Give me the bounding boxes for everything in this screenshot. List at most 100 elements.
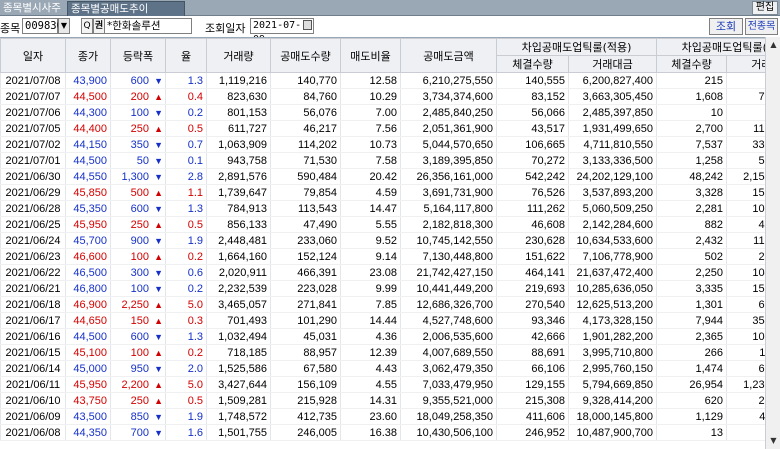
cell-close: 43,900 [65,72,111,89]
code-dropdown-button[interactable]: ▼ [58,18,70,34]
table-row[interactable]: 2021/07/07 44,500 200 ▲ 0.4 823,630 84,760 10.2… [0,88,765,105]
cell-short-volume: 113,543 [270,200,341,217]
table-row[interactable]: 2021/06/11 45,950 2,200 ▲ 5.0 3,427,644 156,10… [0,376,765,393]
cell-g2-qty: 2,365 [656,328,727,345]
table-row[interactable]: 2021/06/18 46,900 2,250 ▲ 5.0 3,465,057 271,84… [0,296,765,313]
table-row[interactable]: 2021/06/23 46,600 100 ▲ 0.2 1,664,160 152,124 9… [0,248,765,265]
cell-close: 45,850 [65,184,111,201]
table-row[interactable]: 2021/06/30 44,550 1,300 ▼ 2.8 2,891,576 590,48… [0,168,765,185]
header-uptick-exempt-group: 차입공매도업틱룰(예외) [656,38,765,56]
cell-g2-qty: 3,328 [656,184,727,201]
cell-g1-qty: 106,665 [496,136,569,153]
header-rate[interactable]: 율 [165,38,207,73]
tab-short-selling-trend[interactable]: 종목별공매도추이 [67,1,185,16]
table-row[interactable]: 2021/06/09 43,500 850 ▼ 1.9 1,748,572 412,735 2… [0,408,765,425]
table-row[interactable]: 2021/06/29 45,850 500 ▲ 1.1 1,739,647 79,854 4.… [0,184,765,201]
cell-g2-qty: 1,608 [656,88,727,105]
change-value: 1,300 [121,170,149,183]
header-short-ratio[interactable]: 매도비율 [340,38,401,73]
cell-volume: 1,525,586 [206,360,271,377]
tab-short-selling-by-stock[interactable]: 종목별시사주 [0,1,66,16]
all-stocks-button[interactable]: 전종목 [745,18,778,35]
header-change[interactable]: 등락폭 [110,38,166,73]
cell-g2-qty: 2,700 [656,120,727,137]
table-row[interactable]: 2021/06/25 45,950 250 ▲ 0.5 856,133 47,490 5.55… [0,216,765,233]
cell-change: 250 ▲ [110,120,166,137]
cell-short-amount: 6,210,275,550 [400,72,497,89]
table-row[interactable]: 2021/07/01 44,500 50 ▼ 0.1 943,758 71,530 7.58 3… [0,152,765,169]
cell-short-ratio: 14.47 [340,200,401,217]
scroll-down-icon[interactable]: ▼ [767,434,780,448]
edit-button[interactable]: 편집 [752,1,778,15]
cell-short-amount: 2,182,818,300 [400,216,497,233]
cell-date: 2021/07/06 [0,104,66,121]
up-arrow-icon: ▲ [154,379,163,390]
cell-close: 44,500 [65,328,111,345]
table-row[interactable]: 2021/06/10 43,750 250 ▲ 0.5 1,509,281 215,928 1… [0,392,765,409]
header-exempt-qty[interactable]: 체결수량 [656,55,728,73]
cell-close: 44,650 [65,312,111,329]
tab-bar: 종목별시사주 종목별공매도추이 편집 [0,0,780,16]
table-row[interactable]: 2021/06/14 45,000 950 ▼ 2.0 1,525,586 67,580 4.… [0,360,765,377]
cell-date: 2021/06/30 [0,168,66,185]
scroll-up-icon[interactable]: ▲ [767,38,780,52]
table-row[interactable]: 2021/06/08 44,350 700 ▼ 1.6 1,501,755 246,005 1… [0,424,765,441]
cell-g1-amt: 7,106,778,900 [567,248,657,265]
table-row[interactable]: 2021/06/15 45,100 100 ▲ 0.2 718,185 88,957 12.3… [0,344,765,361]
table-row[interactable]: 2021/06/22 46,500 300 ▼ 0.6 2,020,911 466,391 2… [0,264,765,281]
cell-g1-amt: 3,537,893,200 [567,184,657,201]
table-row[interactable]: 2021/06/16 44,500 600 ▼ 1.3 1,032,494 45,031 4.… [0,328,765,345]
short-selling-table: 일자 종가 등락폭 율 거래량 공매도수량 매도비율 공매도금액 차입공매도업틱… [0,37,765,449]
cell-date: 2021/07/05 [0,120,66,137]
table-row[interactable]: 2021/07/06 44,300 100 ▼ 0.2 801,153 56,076 7.00… [0,104,765,121]
cell-volume: 1,664,160 [206,248,271,265]
cell-short-amount: 7,033,479,950 [400,376,497,393]
cell-g1-amt: 24,202,129,100 [567,168,657,185]
cell-g2-amt: 103,608,550 [726,200,765,217]
header-applied-qty[interactable]: 체결수량 [496,55,569,73]
cell-g2-amt: 40,533,700 [726,216,765,233]
calendar-icon[interactable] [303,20,312,30]
header-applied-amount[interactable]: 거래대금 [567,55,658,73]
down-arrow-icon: ▼ [154,107,163,118]
table-row[interactable]: 2021/06/28 45,350 600 ▼ 1.3 784,913 113,543 14.… [0,200,765,217]
change-value: 900 [130,234,149,247]
cell-short-amount: 2,051,361,900 [400,120,497,137]
table-row[interactable]: 2021/06/24 45,700 900 ▼ 1.9 2,448,481 233,060 9… [0,232,765,249]
change-value: 600 [130,202,149,215]
cell-short-amount: 3,691,731,900 [400,184,497,201]
cell-volume: 1,501,755 [206,424,271,441]
table-row[interactable]: 2021/06/21 46,800 100 ▼ 0.2 2,232,539 223,028 9… [0,280,765,297]
table-row[interactable]: 2021/06/17 44,650 150 ▲ 0.3 701,493 101,290 14.… [0,312,765,329]
cell-g1-amt: 5,794,669,850 [567,376,657,393]
cell-short-amount: 10,430,506,100 [400,424,497,441]
header-close[interactable]: 종가 [65,38,111,73]
cell-close: 44,500 [65,152,111,169]
cell-g2-amt: 56,059,350 [726,152,765,169]
header-short-amount[interactable]: 공매도금액 [400,38,497,73]
search-icon[interactable]: Q [81,18,93,34]
cell-change: 350 ▼ [110,136,166,153]
header-short-volume[interactable]: 공매도수량 [270,38,341,73]
vertical-scrollbar[interactable]: ▲ ▼ [765,37,780,449]
cell-change: 2,200 ▲ [110,376,166,393]
header-date[interactable]: 일자 [0,38,66,73]
query-button[interactable]: 조회 [709,18,743,35]
cell-g1-amt: 3,133,336,500 [567,152,657,169]
cell-g2-amt: 105,253,400 [726,328,765,345]
cell-rate: 1.3 [165,200,207,217]
cell-short-volume: 114,202 [270,136,341,153]
cell-close: 46,600 [65,248,111,265]
cell-change: 500 ▲ [110,184,166,201]
table-row[interactable]: 2021/07/02 44,150 350 ▼ 0.7 1,063,909 114,202 1… [0,136,765,153]
cell-g2-amt: 599,000 [726,424,765,441]
table-row[interactable]: 2021/07/08 43,900 600 ▼ 1.3 1,119,216 140,770 1… [0,72,765,89]
table-row[interactable]: 2021/07/05 44,400 250 ▲ 0.5 611,727 46,217 7.56… [0,120,765,137]
cell-rate: 0.3 [165,312,207,329]
cell-rate: 0.2 [165,104,207,121]
cell-volume: 1,509,281 [206,392,271,409]
cell-short-volume: 47,490 [270,216,341,233]
header-exempt-amount[interactable]: 거래대금 [726,55,765,73]
header-volume[interactable]: 거래량 [206,38,271,73]
stock-code-input[interactable]: 009830 [22,18,63,34]
